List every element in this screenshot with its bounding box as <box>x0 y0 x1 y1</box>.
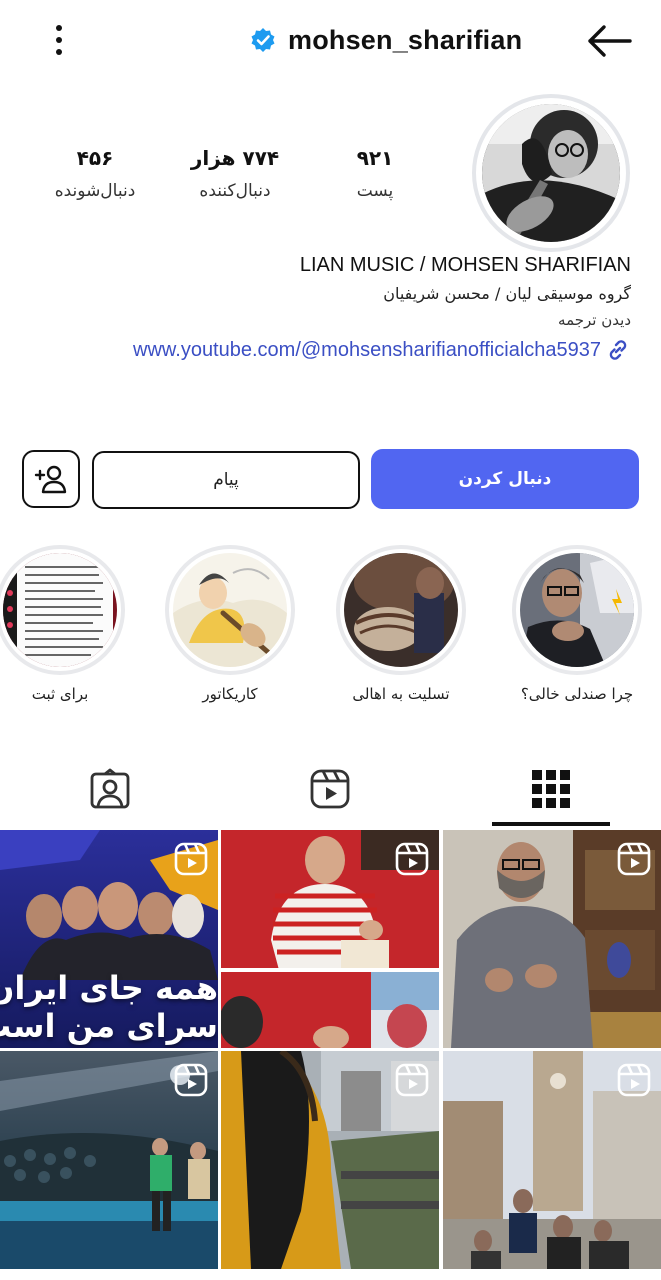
posts-count: ۹۲۱ <box>356 146 394 170</box>
tab-reels[interactable] <box>220 752 440 826</box>
reel-icon <box>174 1063 208 1097</box>
following-count: ۴۵۶ <box>76 146 114 170</box>
add-user-icon <box>34 465 67 494</box>
profile-link-text[interactable]: www.youtube.com/@mohsensharifianofficial… <box>133 339 601 362</box>
top-bar: mohsen_sharifian <box>0 0 661 82</box>
grid-post[interactable]: همه جای ایران سرای من است <box>0 830 218 1048</box>
posts-grid: همه جای ایران سرای من است <box>0 830 661 1280</box>
grid-post[interactable] <box>221 830 439 1048</box>
highlight-cover <box>512 545 642 675</box>
highlight-item[interactable]: برای ثبت <box>0 545 131 715</box>
message-button[interactable]: پیام <box>92 451 360 509</box>
reel-icon <box>395 842 429 876</box>
followers-count: ۷۷۴ هزار <box>190 146 280 170</box>
highlight-item[interactable]: چرا صندلی خالی؟ <box>512 545 648 715</box>
grid-post[interactable] <box>221 1051 439 1269</box>
post-overlay-title: همه جای ایران <box>0 969 218 1007</box>
username: mohsen_sharifian <box>288 24 523 55</box>
highlight-item[interactable]: کاریکاتور <box>165 545 301 715</box>
see-translation-link[interactable]: دیدن ترجمه <box>558 311 631 329</box>
following-stat[interactable]: ۴۵۶ دنبال‌شونده <box>40 145 150 202</box>
highlight-cover <box>336 545 466 675</box>
reel-icon <box>395 1063 429 1097</box>
avatar <box>482 104 620 242</box>
more-vertical-icon[interactable] <box>44 22 74 58</box>
followers-label: دنبال‌کننده <box>199 181 271 201</box>
highlight-cover <box>0 545 125 675</box>
add-user-button[interactable] <box>22 450 80 508</box>
posts-stat[interactable]: ۹۲۱ پست <box>325 145 425 202</box>
active-tab-indicator <box>492 822 610 826</box>
grid-post[interactable] <box>0 1051 218 1269</box>
display-name: LIAN MUSIC / MOHSEN SHARIFIAN <box>299 254 631 276</box>
reel-icon <box>617 842 651 876</box>
highlight-label: برای ثبت <box>31 685 89 703</box>
follow-button[interactable]: دنبال کردن <box>371 449 639 509</box>
bio-text: گروه موسیقی لیان / محسن شریفیان <box>383 284 631 303</box>
tab-tagged[interactable] <box>0 752 220 826</box>
arrow-left-icon[interactable] <box>586 24 632 58</box>
tab-grid[interactable] <box>441 752 661 826</box>
posts-label: پست <box>356 181 394 201</box>
profile-avatar[interactable] <box>472 94 630 252</box>
highlight-label: کاریکاتور <box>202 685 258 703</box>
post-overlay-subtitle: سرای من است <box>0 1007 218 1045</box>
grid-post[interactable] <box>443 1051 661 1269</box>
highlight-label: تسلیت به اهالی <box>352 685 450 703</box>
reel-icon <box>617 1063 651 1097</box>
profile-link[interactable]: www.youtube.com/@mohsensharifianofficial… <box>133 337 631 363</box>
reels-icon <box>310 769 350 809</box>
link-icon <box>609 340 627 360</box>
highlight-cover <box>165 545 295 675</box>
tagged-person-icon <box>90 768 130 809</box>
reel-icon <box>174 842 208 876</box>
grid-icon <box>532 770 570 808</box>
profile-title: mohsen_sharifian <box>250 22 522 58</box>
following-label: دنبال‌شونده <box>54 181 136 201</box>
profile-tabs <box>0 752 661 826</box>
verified-badge-icon <box>251 28 275 52</box>
highlight-label: چرا صندلی خالی؟ <box>520 685 634 703</box>
grid-post[interactable] <box>443 830 661 1048</box>
followers-stat[interactable]: ۷۷۴ هزار دنبال‌کننده <box>180 145 290 202</box>
highlight-item[interactable]: تسلیت به اهالی <box>336 545 472 715</box>
